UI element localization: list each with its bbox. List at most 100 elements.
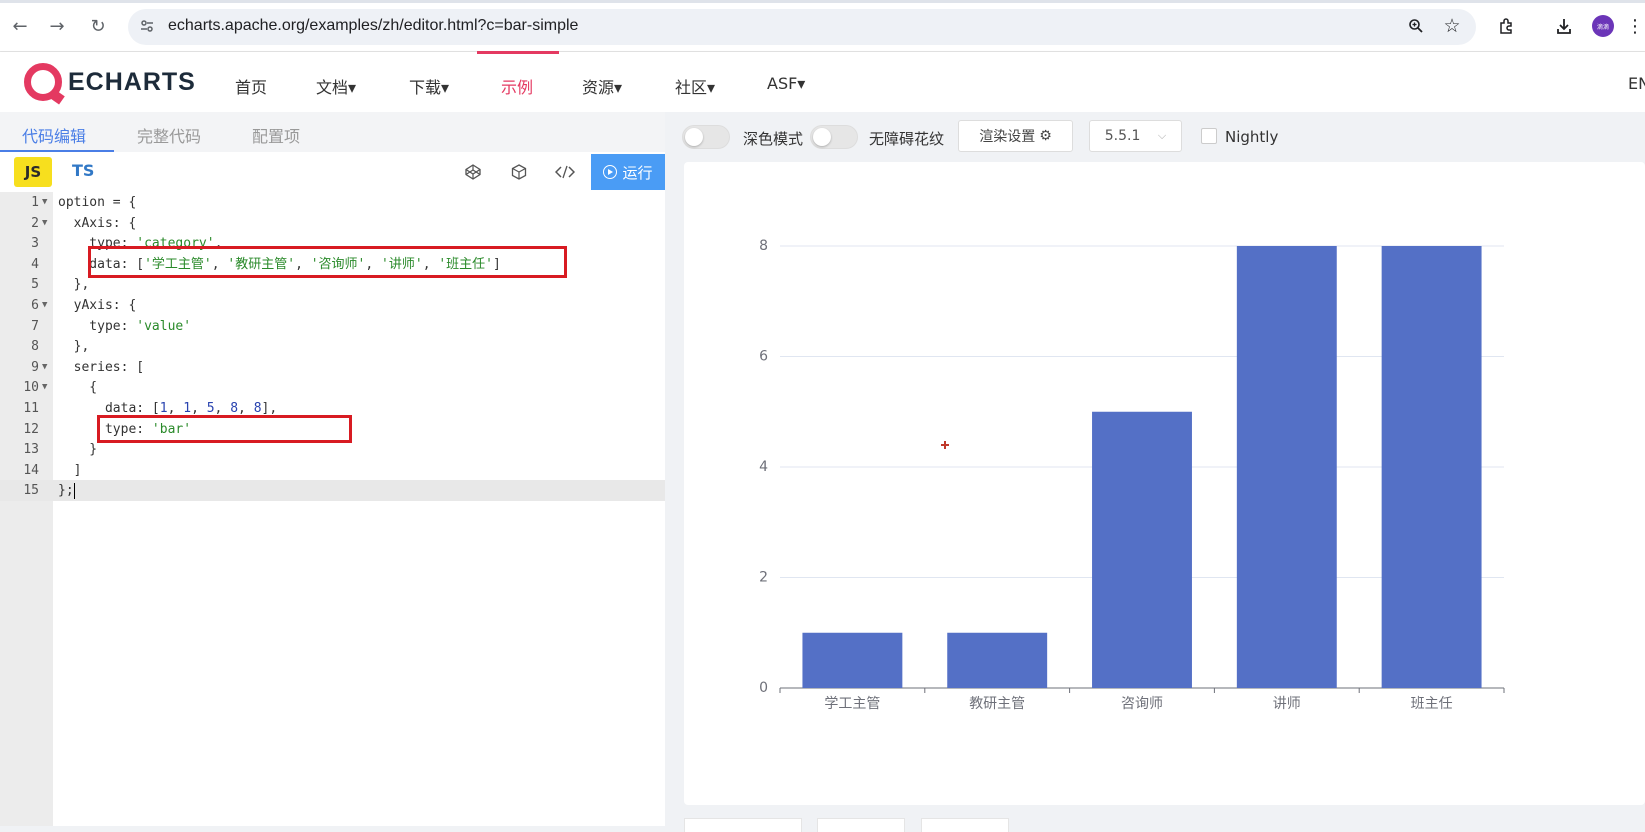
nav-item-docs[interactable]: 文档▾: [316, 74, 356, 98]
y-tick-label: 2: [759, 570, 768, 586]
language-switch[interactable]: EN: [1628, 74, 1645, 93]
code-line[interactable]: 8 },: [0, 336, 665, 357]
forward-arrow-icon[interactable]: →: [45, 14, 69, 38]
x-tick-label: 咨询师: [1121, 696, 1163, 712]
profile-avatar[interactable]: 滴滴: [1592, 15, 1614, 37]
x-tick-label: 学工主管: [824, 696, 880, 712]
code-text: ]: [58, 462, 82, 478]
code-line[interactable]: 7 type: 'value': [0, 316, 665, 337]
code-text: };: [58, 482, 75, 499]
tab-config-options[interactable]: 配置项: [252, 123, 300, 147]
code-text: }: [58, 442, 98, 458]
code-line[interactable]: 1 ▼ option = {: [0, 192, 665, 213]
code-text: type: 'value': [58, 318, 192, 334]
nav-item-download[interactable]: 下载▾: [409, 74, 449, 98]
code-line[interactable]: 15};: [0, 480, 665, 502]
bottom-tab-3[interactable]: [921, 818, 1009, 832]
code-format-icon[interactable]: [555, 162, 575, 182]
editor-panel: 代码编辑 完整代码 配置项 JS TS 运行 1 ▼ option = {2 ▼ xA…: [0, 112, 665, 826]
x-tick-label: 讲师: [1273, 696, 1301, 712]
code-editor[interactable]: 1 ▼ option = {2 ▼ xAxis: {3 type: 'category…: [0, 192, 665, 826]
fold-toggle-icon[interactable]: ▼: [42, 377, 47, 398]
code-text: },: [58, 339, 90, 355]
site-header: ECHARTS 首页 文档▾ 下载▾ 示例 资源▾ 社区▾ ASF▾ EN: [0, 51, 1645, 112]
lang-ts-button[interactable]: TS: [72, 161, 94, 180]
x-tick-label: 教研主管: [969, 696, 1025, 712]
bar[interactable]: [947, 632, 1048, 688]
line-number: 7: [31, 318, 39, 334]
line-number: 10: [23, 380, 39, 396]
fold-toggle-icon[interactable]: ▼: [42, 213, 47, 234]
bookmark-star-icon[interactable]: ☆: [1441, 15, 1463, 37]
bottom-tab-2[interactable]: [817, 818, 905, 832]
code-line[interactable]: 6 ▼ yAxis: {: [0, 295, 665, 316]
line-number: 9: [31, 359, 39, 375]
code-line[interactable]: 10 ▼ {: [0, 377, 665, 398]
line-number: 13: [23, 442, 39, 458]
download-icon[interactable]: [1553, 15, 1575, 37]
nav-item-asf[interactable]: ASF▾: [767, 74, 805, 93]
code-text: series: [: [58, 359, 145, 375]
decal-toggle[interactable]: [810, 125, 858, 149]
reload-icon[interactable]: ↻: [86, 14, 110, 38]
code-line[interactable]: 2 ▼ xAxis: {: [0, 213, 665, 234]
site-settings-icon[interactable]: [136, 15, 158, 37]
fold-toggle-icon[interactable]: ▼: [42, 357, 47, 378]
nightly-checkbox[interactable]: [1201, 128, 1217, 144]
run-button[interactable]: 运行: [591, 154, 665, 190]
play-icon: [603, 165, 618, 179]
version-select[interactable]: 5.5.1 ⌵: [1089, 120, 1182, 152]
codesandbox-icon[interactable]: [509, 162, 529, 182]
annotation-box-xaxis-data: [88, 246, 567, 278]
codepen-icon[interactable]: [463, 162, 483, 182]
line-number: 1: [31, 195, 39, 210]
fold-toggle-icon[interactable]: ▼: [42, 295, 47, 316]
bar[interactable]: [1236, 246, 1337, 688]
echarts-logo-icon: [24, 63, 62, 101]
render-settings-button[interactable]: 渲染设置 ⚙: [958, 120, 1073, 152]
y-tick-label: 4: [759, 459, 768, 475]
line-number: 4: [31, 256, 39, 272]
chart-container: 0 2 4 6 8 学工主管 教研主管 咨询师 讲师 班主任: [684, 162, 1645, 805]
more-menu-icon[interactable]: ⋮: [1626, 15, 1644, 37]
nav-item-community[interactable]: 社区▾: [675, 74, 715, 98]
bar-chart[interactable]: 0 2 4 6 8 学工主管 教研主管 咨询师 讲师 班主任: [684, 162, 1645, 805]
extensions-icon[interactable]: [1496, 15, 1518, 37]
code-line[interactable]: 14 ]: [0, 460, 665, 481]
echarts-logo[interactable]: ECHARTS: [24, 62, 196, 102]
code-text: option = {: [58, 195, 137, 210]
back-arrow-icon[interactable]: ←: [8, 14, 32, 38]
bar[interactable]: [1092, 411, 1192, 688]
line-number: 5: [31, 277, 39, 293]
line-number: 8: [31, 339, 39, 355]
nav-item-home[interactable]: 首页: [235, 74, 267, 98]
line-number: 6: [31, 298, 39, 313]
line-number: 14: [23, 462, 39, 478]
zoom-icon[interactable]: [1405, 15, 1427, 37]
dark-mode-label: 深色模式: [743, 130, 804, 148]
decal-label: 无障碍花纹: [869, 130, 945, 148]
line-number: 11: [23, 401, 39, 416]
y-tick-label: 0: [759, 680, 768, 696]
tab-code-edit[interactable]: 代码编辑: [22, 123, 86, 147]
gear-icon: ⚙: [1039, 128, 1052, 144]
tab-full-code[interactable]: 完整代码: [137, 123, 201, 147]
bar[interactable]: [1381, 246, 1482, 688]
code-text: yAxis: {: [58, 298, 137, 313]
nav-item-examples[interactable]: 示例: [501, 74, 533, 98]
language-bar: JS TS 运行: [0, 152, 665, 192]
line-number: 2: [31, 215, 39, 231]
code-text: xAxis: {: [58, 215, 137, 231]
code-text: {: [58, 380, 98, 396]
nav-item-resources[interactable]: 资源▾: [582, 74, 622, 98]
url-text[interactable]: echarts.apache.org/examples/zh/editor.ht…: [168, 17, 578, 35]
bar[interactable]: [802, 632, 903, 688]
fold-toggle-icon[interactable]: ▼: [42, 192, 47, 213]
chevron-down-icon: ⌵: [1157, 129, 1167, 142]
preview-panel: 深色模式 无障碍花纹 渲染设置 ⚙ 5.5.1 ⌵ Nightly 0 2 4 6 8 学…: [665, 112, 1645, 832]
code-line[interactable]: 9 ▼ series: [: [0, 357, 665, 378]
dark-mode-toggle[interactable]: [682, 125, 730, 149]
lang-js-button[interactable]: JS: [14, 157, 52, 187]
line-number: 12: [23, 421, 39, 437]
bottom-tab-1[interactable]: [684, 818, 802, 832]
